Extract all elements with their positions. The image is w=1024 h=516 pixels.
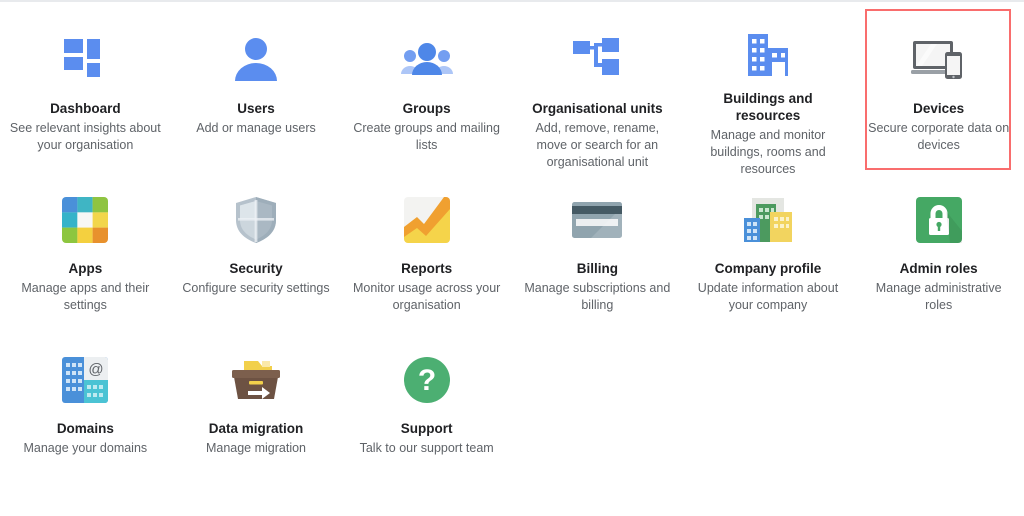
- chart-trend-icon: [399, 192, 455, 248]
- person-icon: [228, 32, 284, 88]
- card-groups[interactable]: Groups Create groups and mailing lists: [341, 12, 512, 172]
- card-users[interactable]: Users Add or manage users: [171, 12, 342, 172]
- card-title: Support: [400, 421, 453, 436]
- card-security[interactable]: Security Configure security settings: [171, 172, 342, 332]
- card-admin-roles[interactable]: Admin roles Manage administrative roles: [853, 172, 1024, 332]
- card-title: Devices: [913, 101, 965, 116]
- card-description: See relevant insights about your organis…: [9, 121, 161, 152]
- card-domains[interactable]: @ Domains Manage your domains: [0, 332, 171, 492]
- card-title: Apps: [68, 261, 103, 276]
- card-description: Create groups and mailing lists: [353, 121, 500, 152]
- card-description: Manage migration: [205, 441, 307, 455]
- card-description: Manage subscriptions and billing: [524, 281, 671, 312]
- card-description: Talk to our support team: [359, 441, 494, 455]
- card-title: Reports: [401, 261, 453, 276]
- card-description: Manage apps and their settings: [21, 281, 150, 312]
- dashboard-grid-icon: [57, 32, 113, 88]
- card-title: Domains: [56, 421, 114, 436]
- people-group-icon: [399, 32, 455, 88]
- top-divider: [0, 0, 1024, 2]
- card-devices[interactable]: Devices Secure corporate data on devices: [853, 9, 1024, 172]
- card-description: Update information about your company: [697, 281, 839, 312]
- card-buildings-and-resources[interactable]: Buildings and resources Manage and monito…: [683, 12, 854, 176]
- card-title: Admin roles: [899, 261, 978, 276]
- question-mark-circle-icon: ?: [399, 352, 455, 408]
- card-description: Manage administrative roles: [875, 281, 1002, 312]
- svg-text:?: ?: [417, 364, 435, 397]
- card-billing[interactable]: Billing Manage subscriptions and billing: [512, 172, 683, 332]
- svg-text:@: @: [89, 361, 104, 378]
- card-title: Organisational units: [532, 101, 663, 116]
- card-dashboard[interactable]: Dashboard See relevant insights about you…: [0, 12, 171, 172]
- card-title: Dashboard: [50, 101, 121, 116]
- office-building-icon: [740, 32, 796, 78]
- shield-icon: [228, 192, 284, 248]
- card-description: Add or manage users: [196, 121, 316, 135]
- buildings-color-icon: [740, 192, 796, 248]
- card-apps[interactable]: Apps Manage apps and their settings: [0, 172, 171, 332]
- card-description: Monitor usage across your organisation: [353, 281, 501, 312]
- padlock-green-icon: [911, 192, 967, 248]
- card-description: Add, remove, rename, move or search for …: [535, 121, 660, 169]
- domain-at-icon: @: [57, 352, 113, 408]
- org-chart-icon: [569, 32, 625, 88]
- card-title: Groups: [402, 101, 451, 116]
- laptop-phone-icon: [910, 32, 967, 88]
- card-title: Data migration: [208, 421, 304, 436]
- credit-card-icon: [569, 192, 625, 248]
- card-title: Billing: [576, 261, 618, 276]
- card-data-migration[interactable]: Data migration Manage migration: [171, 332, 342, 492]
- card-title: Buildings and resources: [723, 91, 813, 123]
- card-description: Manage your domains: [23, 441, 148, 455]
- card-title: Company profile: [714, 261, 822, 276]
- card-title: Users: [237, 101, 275, 116]
- card-support[interactable]: ? Support Talk to our support team: [341, 332, 512, 492]
- card-description: Manage and monitor buildings, rooms and …: [710, 128, 826, 176]
- card-description: Configure security settings: [182, 281, 330, 295]
- card-title: Security: [229, 261, 283, 276]
- admin-console-card-grid: Dashboard See relevant insights about you…: [0, 9, 1024, 492]
- apps-color-grid-icon: [57, 192, 113, 248]
- card-reports[interactable]: Reports Monitor usage across your organis…: [341, 172, 512, 332]
- migration-box-icon: [228, 352, 284, 408]
- card-company-profile[interactable]: Company profile Update information about …: [683, 172, 854, 332]
- card-organisational-units[interactable]: Organisational units Add, remove, rename,…: [512, 12, 683, 172]
- card-description: Secure corporate data on devices: [868, 121, 1010, 152]
